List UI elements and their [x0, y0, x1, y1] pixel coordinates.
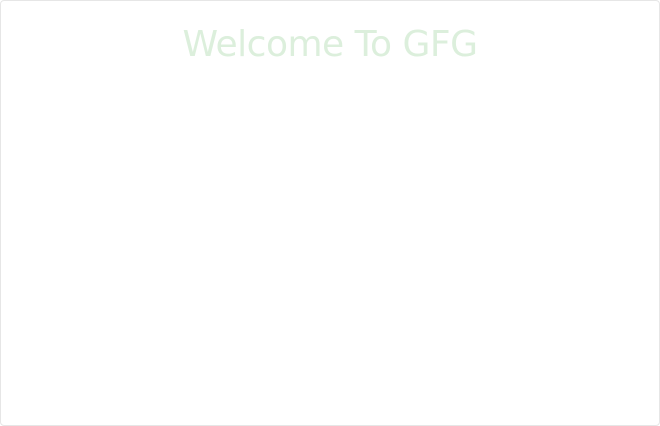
page-title: Welcome To GFG [182, 24, 478, 65]
page-frame: Welcome To GFG [0, 0, 660, 426]
